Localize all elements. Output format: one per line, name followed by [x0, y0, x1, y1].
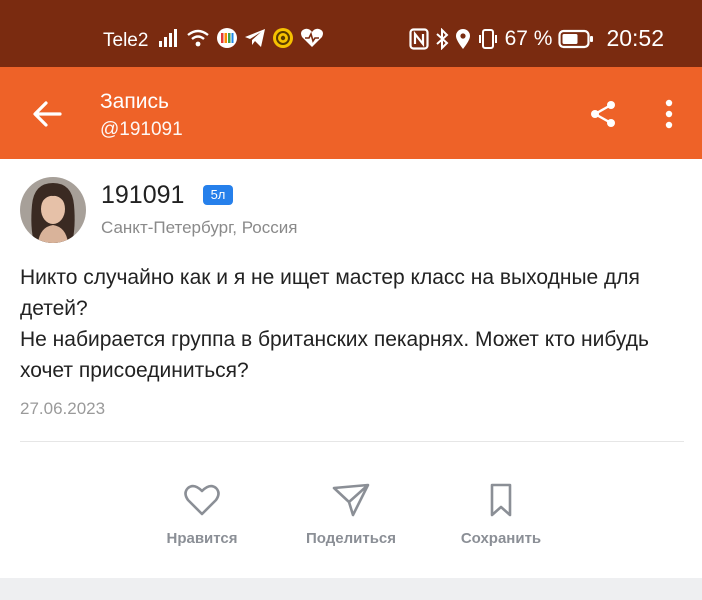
back-button[interactable] — [30, 97, 64, 131]
app-icon-colorful — [216, 27, 238, 49]
status-badge: 5л — [203, 185, 233, 205]
clock: 20:52 — [606, 25, 664, 51]
battery-percent: 67 % — [504, 26, 553, 50]
post-text-line: Не набирается группа в британских пекарн… — [20, 328, 649, 382]
bluetooth-icon — [435, 27, 449, 50]
share-nodes-icon — [591, 101, 615, 127]
avatar[interactable] — [20, 177, 86, 243]
status-bar: Tele2 67 % 20:52 — [0, 0, 702, 67]
bookmark-icon — [490, 483, 512, 517]
more-vertical-icon — [665, 99, 673, 129]
arrow-left-icon — [33, 101, 62, 127]
status-left-icons — [158, 27, 324, 49]
signal-icon — [158, 29, 180, 47]
location-icon — [455, 28, 471, 50]
share-button[interactable] — [588, 99, 618, 129]
app-icon-yellow — [272, 27, 294, 49]
divider — [20, 441, 684, 442]
like-label: Нравится — [166, 530, 238, 547]
more-options-button[interactable] — [660, 98, 678, 130]
nfc-icon — [408, 27, 429, 50]
avatar-photo — [20, 177, 86, 243]
app-bar: Запись @191091 — [0, 67, 702, 159]
section-separator — [0, 578, 702, 600]
share-label: Поделиться — [305, 530, 397, 547]
save-button[interactable]: Сохранить — [441, 480, 561, 547]
page-subtitle: @191091 — [100, 119, 183, 140]
vibrate-icon — [477, 28, 499, 50]
page-title: Запись — [100, 90, 169, 113]
heart-app-icon — [300, 28, 324, 48]
status-right-icons: 67 % 20:52 — [408, 25, 664, 52]
wifi-icon — [186, 29, 210, 47]
post-text: Никто случайно как и я не ищет мастер кл… — [20, 262, 685, 386]
author-location: Санкт-Петербург, Россия — [101, 218, 298, 237]
save-label: Сохранить — [460, 530, 542, 547]
share-post-button[interactable]: Поделиться — [291, 480, 411, 547]
telegram-icon — [244, 28, 266, 48]
author-name[interactable]: 191091 — [101, 181, 184, 210]
heart-icon — [184, 484, 220, 516]
carrier-label: Tele2 — [103, 30, 149, 51]
battery-icon — [558, 29, 594, 49]
post-text-line: Никто случайно как и я не ищет мастер кл… — [20, 266, 640, 320]
paper-plane-icon — [332, 483, 370, 517]
post-date: 27.06.2023 — [20, 399, 106, 418]
like-button[interactable]: Нравится — [142, 480, 262, 547]
